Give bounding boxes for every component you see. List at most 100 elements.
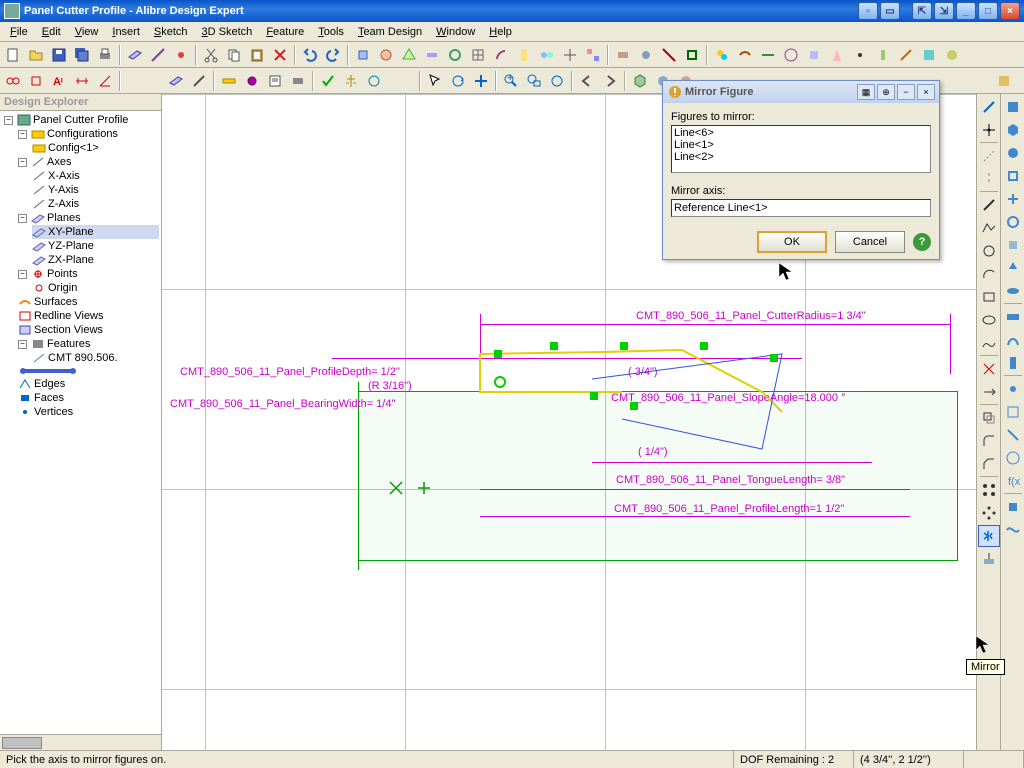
tool-icon[interactable] — [780, 44, 802, 66]
restore-up-icon[interactable]: ⇲ — [934, 2, 954, 20]
view-tool-icon[interactable] — [1002, 352, 1024, 374]
dim-bearing-width[interactable]: CMT_890_506_11_Panel_BearingWidth= 1/4" — [170, 398, 395, 410]
tool-icon[interactable] — [352, 44, 374, 66]
polyline-tool-icon[interactable] — [978, 217, 1000, 239]
tool-icon[interactable] — [513, 44, 535, 66]
circle-tool-icon[interactable] — [978, 240, 1000, 262]
point-tool-icon[interactable] — [978, 119, 1000, 141]
tool-icon[interactable] — [635, 44, 657, 66]
tree-yaxis[interactable]: Y-Axis — [32, 183, 159, 197]
delete-icon[interactable] — [269, 44, 291, 66]
mdi-btn-2[interactable]: ▭ — [880, 2, 900, 20]
redo-icon[interactable] — [322, 44, 344, 66]
rotate-icon[interactable] — [447, 70, 469, 92]
spline-tool-icon[interactable] — [978, 332, 1000, 354]
help-icon[interactable]: ? — [913, 233, 931, 251]
sketch-line-icon[interactable] — [188, 70, 210, 92]
saveall-icon[interactable] — [71, 44, 93, 66]
tool-icon[interactable] — [398, 44, 420, 66]
menu-edit[interactable]: Edit — [36, 24, 67, 40]
axis-tool-icon[interactable] — [978, 168, 1000, 190]
line2-tool-icon[interactable] — [978, 194, 1000, 216]
tree-yzplane[interactable]: YZ-Plane — [32, 239, 159, 253]
zoom-fit-icon[interactable] — [546, 70, 568, 92]
maximize-button[interactable]: □ — [978, 2, 998, 20]
analyze-icon[interactable] — [363, 70, 385, 92]
view-tool-icon[interactable] — [1002, 165, 1024, 187]
tree-sketch[interactable]: CMT 890.506. — [32, 351, 159, 365]
list-item[interactable]: Line<2> — [674, 151, 928, 163]
view-tool-icon[interactable] — [1002, 119, 1024, 141]
tree-axes[interactable]: −Axes — [18, 155, 159, 169]
dim-profile-length[interactable]: CMT_890_506_11_Panel_ProfileLength=1 1/2… — [614, 503, 844, 515]
axis-icon[interactable] — [147, 44, 169, 66]
tool-icon[interactable] — [941, 44, 963, 66]
tool-icon[interactable] — [444, 44, 466, 66]
mirror-tool-icon[interactable] — [978, 525, 1000, 547]
arc-tool-icon[interactable] — [978, 263, 1000, 285]
new-icon[interactable] — [2, 44, 24, 66]
ok-button[interactable]: OK — [757, 231, 827, 253]
menu-3dsketch[interactable]: 3D Sketch — [196, 24, 259, 40]
view-tool-icon[interactable] — [1002, 401, 1024, 423]
tool-icon[interactable] — [582, 44, 604, 66]
figures-listbox[interactable]: Line<6> Line<1> Line<2> — [671, 125, 931, 173]
view-tool-icon[interactable] — [1002, 306, 1024, 328]
constraint-angle-icon[interactable] — [94, 70, 116, 92]
mdi-btn-1[interactable]: ▫ — [858, 2, 878, 20]
ellipse-tool-icon[interactable] — [978, 309, 1000, 331]
sketch-measure-icon[interactable] — [218, 70, 240, 92]
circpattern-tool-icon[interactable] — [978, 502, 1000, 524]
menu-window[interactable]: Window — [430, 24, 481, 40]
view-tool-icon[interactable] — [1002, 496, 1024, 518]
tool-icon[interactable] — [375, 44, 397, 66]
tree-edges[interactable]: Edges — [18, 377, 159, 391]
view-tool-icon[interactable] — [1002, 280, 1024, 302]
tool-icon[interactable] — [612, 44, 634, 66]
line-tool-icon[interactable] — [978, 96, 1000, 118]
fillet-tool-icon[interactable] — [978, 430, 1000, 452]
view-cube-icon[interactable] — [629, 70, 651, 92]
check-icon[interactable] — [317, 70, 339, 92]
view-tool-icon[interactable] — [1002, 257, 1024, 279]
tree-planes[interactable]: −Planes — [18, 211, 159, 225]
view-tool-icon[interactable] — [1002, 234, 1024, 256]
tree-section[interactable]: Section Views — [18, 323, 159, 337]
sketch-list-icon[interactable] — [264, 70, 286, 92]
menu-feature[interactable]: Feature — [260, 24, 310, 40]
feature-tree[interactable]: −Panel Cutter Profile −Configurations Co… — [0, 111, 161, 734]
undo-icon[interactable] — [299, 44, 321, 66]
copy-icon[interactable] — [223, 44, 245, 66]
tree-points[interactable]: −Points — [18, 267, 159, 281]
chamfer-tool-icon[interactable] — [978, 453, 1000, 475]
pattern-tool-icon[interactable] — [978, 479, 1000, 501]
refline-tool-icon[interactable] — [978, 145, 1000, 167]
tool-icon[interactable] — [421, 44, 443, 66]
tool-icon[interactable] — [918, 44, 940, 66]
cut-icon[interactable] — [200, 44, 222, 66]
dim-r316[interactable]: (R 3/16") — [368, 380, 412, 392]
tool-icon[interactable] — [681, 44, 703, 66]
zoom-in-icon[interactable]: + — [500, 70, 522, 92]
tool-icon[interactable] — [803, 44, 825, 66]
tree-redline[interactable]: Redline Views — [18, 309, 159, 323]
tree-configurations[interactable]: −Configurations — [18, 127, 159, 141]
tree-faces[interactable]: Faces — [18, 391, 159, 405]
sketch-gear-icon[interactable] — [241, 70, 263, 92]
menu-help[interactable]: Help — [483, 24, 518, 40]
dim-tongue-length[interactable]: CMT_890_506_11_Panel_TongueLength= 3/8" — [616, 474, 845, 486]
dim-profile-depth[interactable]: CMT_890_506_11_Panel_ProfileDepth= 1/2" — [180, 366, 400, 378]
view-tool-icon[interactable] — [1002, 96, 1024, 118]
cancel-button[interactable]: Cancel — [835, 231, 905, 253]
tool-icon[interactable] — [559, 44, 581, 66]
menu-sketch[interactable]: Sketch — [148, 24, 194, 40]
dialog-close-button[interactable]: × — [917, 84, 935, 100]
plane-icon[interactable] — [124, 44, 146, 66]
tool-icon[interactable] — [757, 44, 779, 66]
menu-view[interactable]: View — [69, 24, 105, 40]
tool-icon[interactable] — [467, 44, 489, 66]
select-icon[interactable] — [424, 70, 446, 92]
menu-file[interactable]: File — [4, 24, 34, 40]
list-item[interactable]: Line<6> — [674, 127, 928, 139]
sketch-tool-icon[interactable] — [993, 70, 1015, 92]
